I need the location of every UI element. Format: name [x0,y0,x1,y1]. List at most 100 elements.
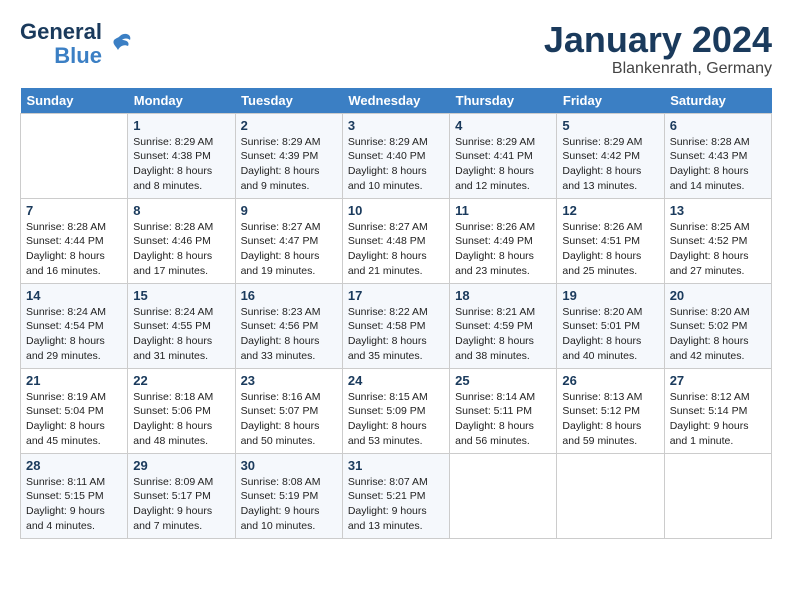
day-info: Sunrise: 8:29 AM Sunset: 4:38 PM Dayligh… [133,135,229,194]
title-area: January 2024 Blankenrath, Germany [544,20,772,78]
calendar-cell [21,113,128,198]
location: Blankenrath, Germany [544,60,772,78]
calendar-cell: 22 Sunrise: 8:18 AM Sunset: 5:06 PM Dayli… [128,368,235,453]
calendar-week-row: 21 Sunrise: 8:19 AM Sunset: 5:04 PM Dayli… [21,368,772,453]
day-info: Sunrise: 8:16 AM Sunset: 5:07 PM Dayligh… [241,390,337,449]
calendar-cell: 2 Sunrise: 8:29 AM Sunset: 4:39 PM Daylig… [235,113,342,198]
day-number: 11 [455,203,551,218]
day-info: Sunrise: 8:22 AM Sunset: 4:58 PM Dayligh… [348,305,444,364]
day-number: 4 [455,118,551,133]
calendar-cell: 14 Sunrise: 8:24 AM Sunset: 4:54 PM Dayli… [21,283,128,368]
calendar-cell: 6 Sunrise: 8:28 AM Sunset: 4:43 PM Daylig… [664,113,771,198]
calendar-cell: 3Sunrise: 8:29 AM Sunset: 4:40 PM Daylig… [342,113,449,198]
calendar-body: 1 Sunrise: 8:29 AM Sunset: 4:38 PM Daylig… [21,113,772,538]
calendar-cell: 23 Sunrise: 8:16 AM Sunset: 5:07 PM Dayli… [235,368,342,453]
day-info: Sunrise: 8:27 AM Sunset: 4:48 PM Dayligh… [348,220,444,279]
day-number: 22 [133,373,229,388]
calendar-cell: 18Sunrise: 8:21 AM Sunset: 4:59 PM Dayli… [450,283,557,368]
day-info: Sunrise: 8:23 AM Sunset: 4:56 PM Dayligh… [241,305,337,364]
day-number: 8 [133,203,229,218]
calendar-cell: 26 Sunrise: 8:13 AM Sunset: 5:12 PM Dayli… [557,368,664,453]
day-number: 26 [562,373,658,388]
day-info: Sunrise: 8:09 AM Sunset: 5:17 PM Dayligh… [133,475,229,534]
calendar-cell: 28 Sunrise: 8:11 AM Sunset: 5:15 PM Dayli… [21,453,128,538]
day-number: 31 [348,458,444,473]
calendar-cell: 16Sunrise: 8:23 AM Sunset: 4:56 PM Dayli… [235,283,342,368]
weekday-header-sunday: Sunday [21,88,128,114]
calendar-week-row: 1 Sunrise: 8:29 AM Sunset: 4:38 PM Daylig… [21,113,772,198]
day-number: 1 [133,118,229,133]
day-info: Sunrise: 8:29 AM Sunset: 4:41 PM Dayligh… [455,135,551,194]
day-number: 24 [348,373,444,388]
day-number: 15 [133,288,229,303]
calendar-cell: 25Sunrise: 8:14 AM Sunset: 5:11 PM Dayli… [450,368,557,453]
day-info: Sunrise: 8:11 AM Sunset: 5:15 PM Dayligh… [26,475,122,534]
day-number: 12 [562,203,658,218]
calendar-cell: 30Sunrise: 8:08 AM Sunset: 5:19 PM Dayli… [235,453,342,538]
day-info: Sunrise: 8:26 AM Sunset: 4:51 PM Dayligh… [562,220,658,279]
day-info: Sunrise: 8:26 AM Sunset: 4:49 PM Dayligh… [455,220,551,279]
calendar-cell: 27 Sunrise: 8:12 AM Sunset: 5:14 PM Dayli… [664,368,771,453]
calendar-week-row: 7 Sunrise: 8:28 AM Sunset: 4:44 PM Daylig… [21,198,772,283]
weekday-header-saturday: Saturday [664,88,771,114]
calendar-cell: 10 Sunrise: 8:27 AM Sunset: 4:48 PM Dayli… [342,198,449,283]
day-info: Sunrise: 8:28 AM Sunset: 4:44 PM Dayligh… [26,220,122,279]
day-info: Sunrise: 8:20 AM Sunset: 5:02 PM Dayligh… [670,305,766,364]
page-header: General Blue January 2024 Blankenrath, G… [20,20,772,78]
day-info: Sunrise: 8:27 AM Sunset: 4:47 PM Dayligh… [241,220,337,279]
day-info: Sunrise: 8:20 AM Sunset: 5:01 PM Dayligh… [562,305,658,364]
calendar-cell: 11 Sunrise: 8:26 AM Sunset: 4:49 PM Dayli… [450,198,557,283]
weekday-header-thursday: Thursday [450,88,557,114]
calendar-cell: 19 Sunrise: 8:20 AM Sunset: 5:01 PM Dayli… [557,283,664,368]
day-number: 28 [26,458,122,473]
calendar-cell: 5Sunrise: 8:29 AM Sunset: 4:42 PM Daylig… [557,113,664,198]
calendar-cell: 4 Sunrise: 8:29 AM Sunset: 4:41 PM Daylig… [450,113,557,198]
calendar-cell: 1 Sunrise: 8:29 AM Sunset: 4:38 PM Daylig… [128,113,235,198]
calendar-cell: 15Sunrise: 8:24 AM Sunset: 4:55 PM Dayli… [128,283,235,368]
day-number: 30 [241,458,337,473]
day-number: 19 [562,288,658,303]
logo-bird-icon [106,30,134,58]
day-number: 6 [670,118,766,133]
day-number: 23 [241,373,337,388]
weekday-header-friday: Friday [557,88,664,114]
day-info: Sunrise: 8:29 AM Sunset: 4:39 PM Dayligh… [241,135,337,194]
day-info: Sunrise: 8:12 AM Sunset: 5:14 PM Dayligh… [670,390,766,449]
calendar-cell: 9Sunrise: 8:27 AM Sunset: 4:47 PM Daylig… [235,198,342,283]
logo: General Blue [20,20,134,68]
day-number: 27 [670,373,766,388]
day-info: Sunrise: 8:19 AM Sunset: 5:04 PM Dayligh… [26,390,122,449]
day-info: Sunrise: 8:28 AM Sunset: 4:43 PM Dayligh… [670,135,766,194]
day-number: 14 [26,288,122,303]
day-number: 10 [348,203,444,218]
day-info: Sunrise: 8:25 AM Sunset: 4:52 PM Dayligh… [670,220,766,279]
day-info: Sunrise: 8:13 AM Sunset: 5:12 PM Dayligh… [562,390,658,449]
day-number: 17 [348,288,444,303]
calendar-cell: 13 Sunrise: 8:25 AM Sunset: 4:52 PM Dayli… [664,198,771,283]
day-info: Sunrise: 8:07 AM Sunset: 5:21 PM Dayligh… [348,475,444,534]
calendar-cell: 21 Sunrise: 8:19 AM Sunset: 5:04 PM Dayli… [21,368,128,453]
weekday-header-tuesday: Tuesday [235,88,342,114]
day-info: Sunrise: 8:18 AM Sunset: 5:06 PM Dayligh… [133,390,229,449]
calendar-week-row: 28 Sunrise: 8:11 AM Sunset: 5:15 PM Dayli… [21,453,772,538]
day-number: 2 [241,118,337,133]
day-info: Sunrise: 8:29 AM Sunset: 4:42 PM Dayligh… [562,135,658,194]
calendar-week-row: 14 Sunrise: 8:24 AM Sunset: 4:54 PM Dayli… [21,283,772,368]
weekday-header-monday: Monday [128,88,235,114]
day-number: 20 [670,288,766,303]
day-info: Sunrise: 8:24 AM Sunset: 4:54 PM Dayligh… [26,305,122,364]
month-title: January 2024 [544,20,772,60]
calendar-cell: 24 Sunrise: 8:15 AM Sunset: 5:09 PM Dayli… [342,368,449,453]
logo-general: General [20,20,102,44]
day-number: 18 [455,288,551,303]
day-info: Sunrise: 8:15 AM Sunset: 5:09 PM Dayligh… [348,390,444,449]
day-number: 13 [670,203,766,218]
day-number: 21 [26,373,122,388]
calendar-cell: 7 Sunrise: 8:28 AM Sunset: 4:44 PM Daylig… [21,198,128,283]
weekday-header-wednesday: Wednesday [342,88,449,114]
logo-blue: Blue [54,44,102,68]
day-number: 7 [26,203,122,218]
calendar-table: SundayMondayTuesdayWednesdayThursdayFrid… [20,88,772,539]
calendar-cell: 29Sunrise: 8:09 AM Sunset: 5:17 PM Dayli… [128,453,235,538]
day-number: 25 [455,373,551,388]
